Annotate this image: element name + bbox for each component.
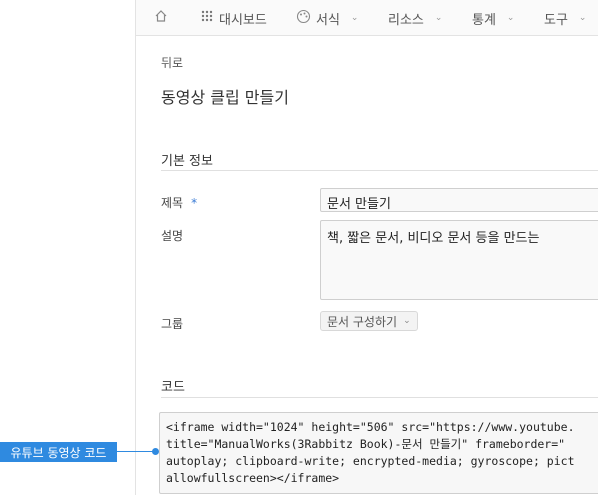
nav-resources[interactable]: 리소스 ⌄: [388, 0, 442, 36]
nav-stats[interactable]: 통계 ⌄: [472, 0, 514, 36]
section-title-code: 코드: [161, 380, 185, 395]
group-select-value: 문서 구성하기: [327, 314, 398, 329]
description-textarea[interactable]: 책, 짧은 문서, 비디오 문서 등을 만드는: [320, 220, 598, 300]
description-label: 설명: [161, 229, 184, 243]
chevron-down-icon: ⌄: [578, 13, 587, 23]
home-icon: [154, 9, 168, 27]
code-line: title="ManualWorks(3Rabbitz Book)-문서 만들기…: [166, 437, 566, 451]
section-divider: [161, 170, 598, 171]
callout-badge: 유튜브 동영상 코드: [0, 442, 117, 462]
left-gutter: [0, 0, 135, 495]
title-label: 제목 *: [161, 194, 197, 211]
chevron-down-icon: ⌄: [506, 13, 515, 23]
title-input[interactable]: 문서 만들기: [320, 188, 598, 212]
vertical-divider: [135, 0, 136, 495]
callout-dot: [152, 448, 159, 455]
required-mark: *: [191, 196, 198, 210]
chevron-down-icon: ⌄: [350, 13, 359, 23]
page-title: 동영상 클립 만들기: [161, 88, 289, 107]
title-label-text: 제목: [161, 196, 184, 210]
nav-dashboard-label: 대시보드: [219, 12, 267, 28]
chevron-down-icon: ⌄: [403, 316, 411, 326]
back-link[interactable]: 뒤로: [161, 54, 183, 71]
top-navigation: 대시보드 서식 ⌄ 리소스 ⌄ 통계 ⌄ 도구 ⌄: [136, 0, 598, 36]
callout-line: [117, 451, 155, 452]
nav-stats-label: 통계: [472, 12, 496, 28]
dashboard-icon: [200, 9, 214, 27]
chevron-down-icon: ⌄: [434, 13, 443, 23]
section-title-basic-info: 기본 정보: [161, 154, 213, 169]
nav-tools-label: 도구: [544, 12, 568, 28]
nav-home[interactable]: [154, 0, 168, 36]
code-line: <iframe width="1024" height="506" src="h…: [166, 420, 575, 434]
group-label: 그룹: [161, 317, 184, 331]
code-line: allowfullscreen></iframe>: [166, 471, 340, 485]
code-line: autoplay; clipboard-write; encrypted-med…: [166, 454, 575, 468]
embed-code-textarea[interactable]: <iframe width="1024" height="506" src="h…: [159, 412, 598, 494]
nav-tools[interactable]: 도구 ⌄: [544, 0, 586, 36]
group-select[interactable]: 문서 구성하기 ⌄: [320, 311, 418, 331]
palette-icon: [296, 9, 311, 28]
nav-resources-label: 리소스: [388, 12, 424, 28]
nav-format-label: 서식: [316, 12, 340, 28]
nav-dashboard[interactable]: 대시보드: [200, 0, 267, 36]
section-divider: [161, 397, 598, 398]
nav-format[interactable]: 서식 ⌄: [296, 0, 358, 36]
